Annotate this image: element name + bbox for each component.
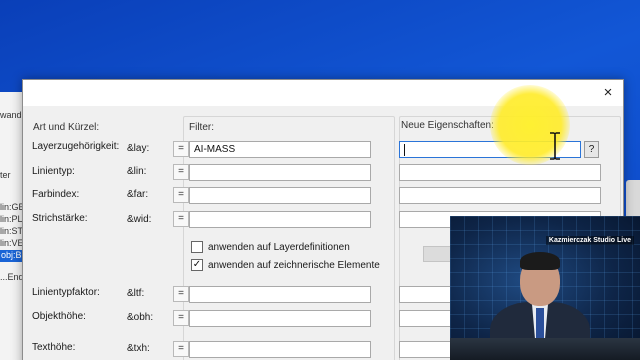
operator-button-color[interactable]: = <box>173 187 189 203</box>
filter-field-layer[interactable]: AI-MASS <box>189 141 371 158</box>
filter-field-object-height[interactable] <box>189 310 371 327</box>
background-scroll-handle <box>626 180 640 220</box>
checkbox-apply-layer-definitions[interactable]: anwenden auf Layerdefinitionen <box>191 241 350 253</box>
checkmark-icon[interactable]: ✓ <box>191 259 203 271</box>
row-code-lineweight: &wid: <box>127 214 152 225</box>
row-label-text-height: Texthöhe: <box>32 342 76 353</box>
operator-button-linetype-scale[interactable]: = <box>173 286 189 302</box>
checkbox-label: anwenden auf zeichnerische Elemente <box>208 259 380 271</box>
operator-button-lineweight[interactable]: = <box>173 211 189 227</box>
row-code-object-height: &obh: <box>127 312 154 323</box>
ibeam-cursor-icon <box>550 132 560 160</box>
partially-hidden-button[interactable] <box>423 246 453 262</box>
presenter-hair <box>520 252 560 270</box>
row-label-color: Farbindex: <box>32 189 80 200</box>
bg-fragment: lin:PL <box>0 214 23 224</box>
bg-fragment: ...End <box>0 272 24 282</box>
row-label-linetype: Linientyp: <box>32 166 75 177</box>
bg-selected-item[interactable]: obj:B <box>0 250 24 262</box>
checkbox-box[interactable] <box>191 241 203 253</box>
text-caret <box>404 144 405 156</box>
filter-field-text-height[interactable] <box>189 341 371 358</box>
help-button[interactable]: ? <box>584 141 599 158</box>
bg-fragment: wand <box>0 110 22 120</box>
row-code-color: &far: <box>127 189 149 200</box>
close-icon[interactable]: × <box>599 84 617 102</box>
header-type-and-code: Art und Kürzel: <box>33 122 100 133</box>
bg-fragment: lin:GB <box>0 202 25 212</box>
row-code-linetype-scale: &ltf: <box>127 288 145 299</box>
bg-fragment: ter <box>0 170 11 180</box>
bg-fragment: lin:ST <box>0 226 24 236</box>
filter-field-color[interactable] <box>189 187 371 204</box>
new-field-linetype[interactable] <box>399 164 601 181</box>
checkbox-label: anwenden auf Layerdefinitionen <box>208 241 350 253</box>
header-filter: Filter: <box>189 122 214 133</box>
new-field-color[interactable] <box>399 187 601 204</box>
row-code-layer: &lay: <box>127 143 150 154</box>
operator-button-text-height[interactable]: = <box>173 341 189 357</box>
row-label-linetype-scale: Linientypfaktor: <box>32 287 100 298</box>
row-label-object-height: Objekthöhe: <box>32 311 86 322</box>
row-label-lineweight: Strichstärke: <box>32 213 88 224</box>
operator-button-object-height[interactable]: = <box>173 310 189 326</box>
header-new-properties: Neue Eigenschaften: <box>401 120 494 131</box>
filter-field-linetype[interactable] <box>189 164 371 181</box>
presenter-desk <box>450 338 640 360</box>
row-code-text-height: &txh: <box>127 343 150 354</box>
operator-button-layer[interactable]: = <box>173 141 189 157</box>
operator-button-linetype[interactable]: = <box>173 164 189 180</box>
bg-fragment: lin:VE <box>0 238 24 248</box>
webcam-overlay: Kazmierczak Studio Live <box>450 216 640 360</box>
row-code-linetype: &lin: <box>127 166 147 177</box>
filter-field-linetype-scale[interactable] <box>189 286 371 303</box>
checkbox-apply-drawing-elements[interactable]: ✓ anwenden auf zeichnerische Elemente <box>191 259 380 271</box>
filter-field-lineweight[interactable] <box>189 211 371 228</box>
row-label-layer: Layerzugehörigkeit: <box>32 141 120 152</box>
webcam-caption: Kazmierczak Studio Live <box>545 236 634 245</box>
